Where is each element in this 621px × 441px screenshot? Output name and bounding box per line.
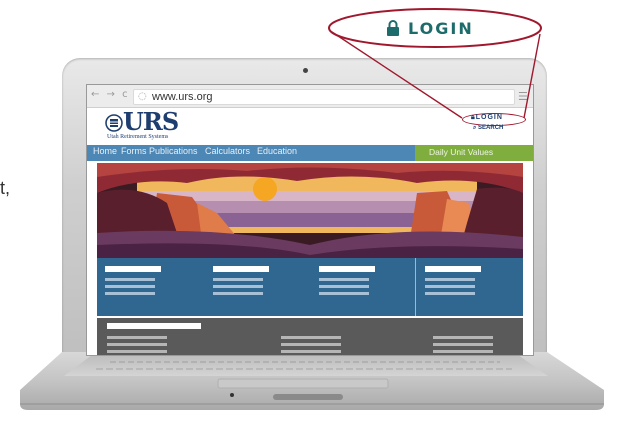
card-line (213, 292, 263, 295)
section-line (107, 350, 167, 353)
card-line (425, 285, 475, 288)
section-line (433, 336, 493, 339)
section-line (281, 336, 341, 339)
urs-logo-icon[interactable] (105, 114, 123, 132)
nav-education[interactable]: Education (257, 146, 297, 156)
callout-login-label: LOGIN (386, 16, 506, 40)
card-line (425, 278, 475, 281)
section-line (107, 343, 167, 346)
nav-forms[interactable]: Forms (121, 146, 147, 156)
hero-arch-illustration (97, 163, 523, 259)
card-line (319, 278, 369, 281)
login-link[interactable]: 🔒︎LOGIN (471, 114, 503, 122)
callout-login-text: LOGIN (408, 18, 474, 38)
laptop-notch (273, 394, 343, 400)
card-line (425, 292, 475, 295)
section-line (433, 350, 493, 353)
hamburger-menu-icon[interactable]: ☰ (518, 90, 528, 103)
status-light-icon (230, 393, 234, 397)
card-title-placeholder[interactable] (213, 266, 269, 272)
section-line (281, 350, 341, 353)
site-logo[interactable]: URS (123, 107, 179, 136)
url-text: www.urs.org (152, 91, 213, 103)
card-line (213, 278, 263, 281)
section-line (433, 343, 493, 346)
section-line (107, 336, 167, 339)
card-line (105, 278, 155, 281)
search-link[interactable]: ⌕ SEARCH (473, 125, 503, 132)
globe-icon: ◌ (138, 91, 147, 102)
card-line (319, 285, 369, 288)
card-title-placeholder[interactable] (319, 266, 375, 272)
card-divider (415, 258, 416, 316)
section-title-placeholder (107, 323, 201, 329)
logo-subtitle: Utah Retirement Systems (107, 134, 169, 140)
lock-icon (387, 20, 399, 36)
address-bar[interactable]: ◌ www.urs.org (133, 89, 515, 105)
card-line (105, 285, 155, 288)
card-line (319, 292, 369, 295)
search-icon: ⌕ (473, 125, 477, 131)
card-title-placeholder[interactable] (105, 266, 161, 272)
card-line (105, 292, 155, 295)
nav-calculators[interactable]: Calculators (205, 146, 250, 156)
daily-unit-values-label[interactable]: Daily Unit Values (429, 147, 493, 157)
section-line (281, 343, 341, 346)
card-title-placeholder[interactable] (425, 266, 481, 272)
nav-home[interactable]: Home (93, 146, 117, 156)
card-line (213, 285, 263, 288)
laptop-screen: ← → c ◌ www.urs.org ☰ URS Utah Retiremen… (86, 84, 534, 356)
browser-nav-arrows[interactable]: ← → c (91, 89, 130, 100)
nav-publications[interactable]: Publications (149, 146, 198, 156)
